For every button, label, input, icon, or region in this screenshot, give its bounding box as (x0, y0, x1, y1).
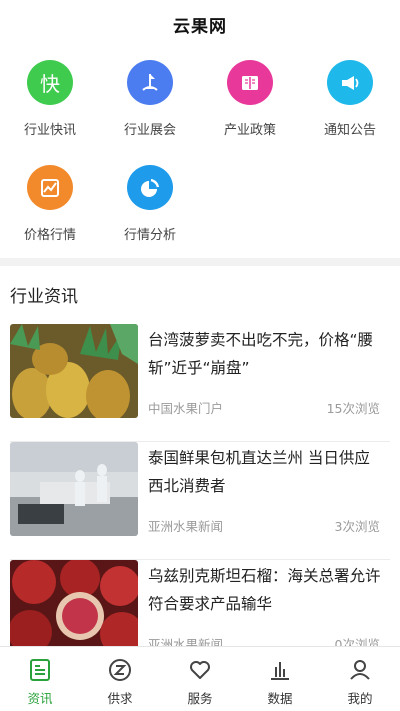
quick-link-label: 通知公告 (323, 123, 376, 138)
pomegranate-photo (10, 560, 138, 646)
policy-book-icon (227, 60, 273, 105)
heart-icon (190, 661, 210, 679)
quick-link-label: 价格行情 (23, 228, 76, 243)
price-trend-icon (27, 165, 73, 210)
quick-link-policy[interactable]: 产业政策 (200, 48, 300, 138)
article-source: 亚洲水果新闻 (148, 637, 224, 646)
industry-news-section: 行业资讯 台湾菠萝卖不出吃不完，价格“腰斩”近乎“崩盘” 中国水果门户 15次浏… (0, 266, 400, 646)
tab-supply-demand[interactable]: 供求 (80, 647, 160, 711)
supply-demand-icon (109, 659, 131, 681)
tab-label: 服务 (187, 691, 213, 706)
news-article[interactable]: 台湾菠萝卖不出吃不完，价格“腰斩”近乎“崩盘” 中国水果门户 15次浏览 (10, 324, 390, 442)
article-headline: 泰国鲜果包机直达兰州 当日供应西北消费者 (148, 449, 370, 495)
quick-link-label: 产业政策 (223, 123, 276, 138)
article-views: 0次浏览 (334, 637, 380, 646)
megaphone-icon (327, 60, 373, 105)
tab-label: 资讯 (27, 691, 53, 706)
flash-glyph: 快 (40, 72, 60, 96)
section-title: 行业资讯 (10, 287, 78, 307)
tab-label: 供求 (107, 691, 133, 706)
tab-service[interactable]: 服务 (160, 647, 240, 711)
quick-link-industry-news[interactable]: 快 行业快讯 (0, 48, 100, 138)
news-icon (30, 659, 50, 681)
tab-profile[interactable]: 我的 (320, 647, 400, 711)
airport-cargo-photo (10, 442, 138, 536)
app-header: 云果网 (0, 0, 400, 48)
pineapple-photo (10, 324, 138, 418)
tab-label: 数据 (267, 691, 293, 706)
tab-label: 我的 (347, 691, 373, 706)
quick-links-grid: 快 行业快讯 行业展会 产业政策 通知公告 价格行情 行情分析 (0, 48, 400, 258)
tab-data[interactable]: 数据 (240, 647, 320, 711)
pie-chart-icon (127, 165, 173, 210)
news-article[interactable]: 乌兹别克斯坦石榴：海关总署允许符合要求产品输华 亚洲水果新闻 0次浏览 (10, 560, 390, 646)
exhibition-icon (127, 60, 173, 105)
article-source: 中国水果门户 (148, 401, 224, 416)
article-source: 亚洲水果新闻 (148, 519, 224, 534)
user-icon (350, 660, 370, 680)
bar-chart-icon (271, 662, 289, 680)
article-headline: 台湾菠萝卖不出吃不完，价格“腰斩”近乎“崩盘” (148, 331, 374, 377)
article-views: 3次浏览 (334, 519, 380, 534)
quick-link-notice[interactable]: 通知公告 (300, 48, 400, 138)
quick-link-exhibition[interactable]: 行业展会 (100, 48, 200, 138)
article-views: 15次浏览 (326, 401, 380, 416)
quick-link-analysis[interactable]: 行情分析 (100, 153, 200, 243)
flash-icon: 快 (27, 60, 73, 105)
quick-link-label: 行业展会 (123, 123, 176, 138)
tab-news[interactable]: 资讯 (0, 647, 80, 711)
quick-link-label: 行业快讯 (23, 123, 76, 138)
bottom-tab-bar: 资讯 供求 服务 数据 我的 (0, 646, 400, 711)
quick-link-label: 行情分析 (123, 228, 176, 243)
quick-link-price[interactable]: 价格行情 (0, 153, 100, 243)
news-article[interactable]: 泰国鲜果包机直达兰州 当日供应西北消费者 亚洲水果新闻 3次浏览 (10, 442, 390, 560)
page-title: 云果网 (173, 16, 227, 37)
article-headline: 乌兹别克斯坦石榴：海关总署允许符合要求产品输华 (148, 567, 381, 613)
